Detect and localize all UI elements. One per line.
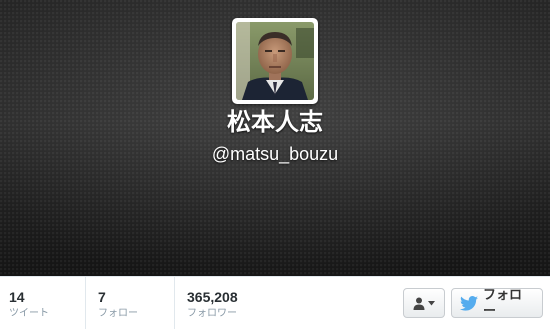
profile-handle[interactable]: @matsu_bouzu xyxy=(0,143,550,165)
stat-tweets[interactable]: 14 ツイート xyxy=(9,277,84,329)
user-icon xyxy=(413,297,425,310)
follow-button[interactable]: フォロー xyxy=(451,287,543,318)
stat-following[interactable]: 7 フォロー xyxy=(85,277,173,329)
stats-bar: 14 ツイート 7 フォロー 365,208 フォロワー フォロー xyxy=(0,276,550,329)
twitter-bird-icon xyxy=(460,295,478,311)
profile-name: 松本人志 xyxy=(227,109,323,136)
avatar[interactable] xyxy=(232,18,318,104)
followers-label: フォロワー xyxy=(187,308,237,319)
avatar-image xyxy=(236,22,314,100)
profile-header: 松本人志 @matsu_bouzu xyxy=(0,0,550,276)
caret-down-icon xyxy=(428,300,435,306)
following-label: フォロー xyxy=(98,308,138,319)
following-count: 7 xyxy=(98,289,106,305)
profile-card: 松本人志 @matsu_bouzu 14 ツイート 7 フォロー 365,208… xyxy=(0,0,550,329)
follow-button-label: フォロー xyxy=(483,287,523,318)
tweet-count: 14 xyxy=(9,289,25,305)
user-actions-button[interactable] xyxy=(403,288,445,318)
followers-count: 365,208 xyxy=(187,289,238,305)
tweet-label: ツイート xyxy=(9,308,49,319)
stat-followers[interactable]: 365,208 フォロワー xyxy=(174,277,294,329)
